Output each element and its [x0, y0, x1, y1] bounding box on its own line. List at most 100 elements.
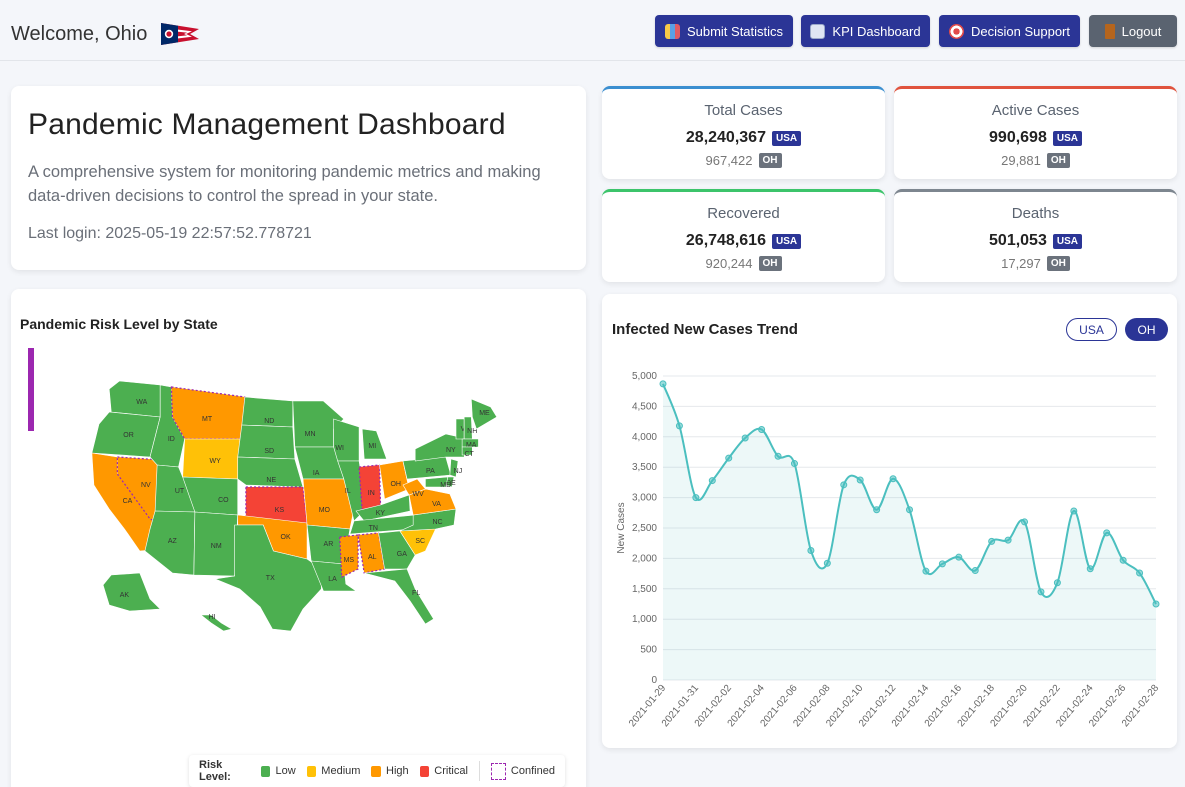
data-point[interactable] [1119, 556, 1127, 564]
state-label-ca: CA [123, 498, 133, 505]
state-label-la: LA [328, 576, 337, 583]
state-ak[interactable] [102, 572, 161, 612]
state-hi[interactable] [200, 614, 233, 632]
state-label-id: ID [168, 436, 175, 443]
stat-card-recovered: Recovered 26,748,616 USA 920,244 OH [602, 189, 885, 282]
legend-medium: Medium [321, 765, 361, 777]
legend-title: Risk Level: [199, 759, 231, 783]
state-label-mo: MO [319, 507, 331, 514]
kpi-dashboard-button[interactable]: KPI Dashboard [801, 15, 930, 47]
stat-label: Total Cases [704, 102, 783, 119]
data-point[interactable] [741, 434, 749, 442]
state-label-fl: FL [412, 590, 420, 597]
legend-high: High [386, 765, 409, 777]
data-point[interactable] [692, 494, 700, 502]
data-point[interactable] [758, 426, 766, 434]
us-risk-map: WA OR CA NV ID MT WY UT AZ CO NM ND SD NE KS OK TX MN IA MO… [91, 380, 498, 632]
data-point[interactable] [971, 567, 979, 575]
state-mt[interactable] [170, 386, 246, 440]
y-tick-label: 3,000 [632, 493, 657, 504]
data-point[interactable] [922, 567, 930, 575]
state-label-oh: OH [390, 481, 401, 488]
data-point[interactable] [708, 477, 716, 485]
state-label-mt: MT [202, 416, 213, 423]
state-fl[interactable] [364, 568, 434, 625]
data-point[interactable] [988, 537, 996, 545]
state-label-me: ME [479, 410, 490, 417]
state-label-nd: ND [264, 418, 274, 425]
data-point[interactable] [889, 475, 897, 483]
y-tick-label: 4,000 [632, 432, 657, 443]
data-point[interactable] [938, 560, 946, 568]
line-chart-icon [810, 23, 826, 39]
state-label-mi: MI [368, 443, 376, 450]
target-icon [949, 23, 964, 39]
oh-badge: OH [1046, 256, 1070, 271]
state-label-al: AL [368, 554, 377, 561]
state-in[interactable] [358, 464, 382, 512]
state-label-tx: TX [266, 575, 275, 582]
data-point[interactable] [873, 506, 881, 514]
logout-button[interactable]: Logout [1089, 15, 1177, 47]
data-point[interactable] [1070, 507, 1078, 515]
state-ms[interactable] [339, 534, 359, 578]
state-wi[interactable] [333, 418, 360, 462]
legend-critical: Critical [434, 765, 468, 777]
data-point[interactable] [1021, 518, 1029, 526]
legend-confined: Confined [510, 765, 555, 777]
map-legend: Risk Level: Low Medium High Critical Con… [189, 755, 565, 787]
data-point[interactable] [790, 460, 798, 468]
data-point[interactable] [725, 454, 733, 462]
oh-badge: OH [758, 256, 782, 271]
data-point[interactable] [1152, 600, 1160, 608]
state-label-nc: NC [432, 519, 442, 526]
state-label-pa: PA [426, 468, 435, 475]
data-point[interactable] [955, 553, 963, 561]
data-point[interactable] [1037, 588, 1045, 596]
state-label-or: OR [123, 432, 134, 439]
stat-oh-value: 17,297 [1001, 256, 1041, 271]
data-point[interactable] [659, 380, 667, 388]
data-point[interactable] [1136, 569, 1144, 577]
state-label-co: CO [218, 497, 229, 504]
page-title: Pandemic Management Dashboard [28, 108, 506, 141]
intro-card: Pandemic Management Dashboard A comprehe… [11, 86, 586, 270]
state-label-wa: WA [136, 399, 147, 406]
state-label-ky: KY [376, 510, 386, 517]
series-area [663, 383, 1156, 680]
y-tick-label: 0 [651, 675, 657, 686]
data-point[interactable] [807, 546, 815, 554]
stat-usa-value: 990,698 [989, 129, 1047, 146]
trend-chart: 0 500 1,000 1,500 2,000 2,500 3,000 3,500 4,000 4… [616, 371, 1162, 729]
data-point[interactable] [774, 452, 782, 460]
y-tick-label: 3,500 [632, 462, 657, 473]
state-label-ny: NY [446, 447, 456, 454]
submit-statistics-button[interactable]: Submit Statistics [655, 15, 793, 47]
data-point[interactable] [1004, 536, 1012, 544]
legend-low: Low [275, 765, 296, 777]
decision-support-button[interactable]: Decision Support [939, 15, 1080, 47]
state-label-nm: NM [211, 543, 222, 550]
data-point[interactable] [1103, 529, 1111, 537]
last-login: Last login: 2025-05-19 22:57:52.778721 [28, 225, 312, 242]
welcome-area: Welcome, Ohio [11, 20, 201, 48]
state-wa[interactable] [108, 380, 161, 418]
data-point[interactable] [1086, 565, 1094, 573]
y-tick-label: 2,500 [632, 523, 657, 534]
trend-card: Infected New Cases Trend USA OH 0 500 1,00… [602, 294, 1177, 748]
data-point[interactable] [906, 506, 913, 514]
legend-separator [478, 761, 480, 781]
state-label-nj: NJ [454, 468, 463, 475]
data-point[interactable] [675, 422, 683, 430]
state-label-hi: HI [209, 614, 216, 621]
state-label-wy: WY [210, 458, 222, 465]
state-label-mn: MN [305, 431, 316, 438]
stat-usa-value: 26,748,616 [685, 232, 766, 249]
ohio-flag-icon [161, 23, 200, 45]
data-point[interactable] [823, 559, 831, 567]
stat-card-total-cases: Total Cases 28,240,367 USA 967,422 OH [602, 86, 885, 179]
data-point[interactable] [840, 481, 848, 489]
data-point[interactable] [856, 476, 864, 484]
data-point[interactable] [1053, 579, 1061, 587]
stat-label: Active Cases [991, 102, 1080, 119]
